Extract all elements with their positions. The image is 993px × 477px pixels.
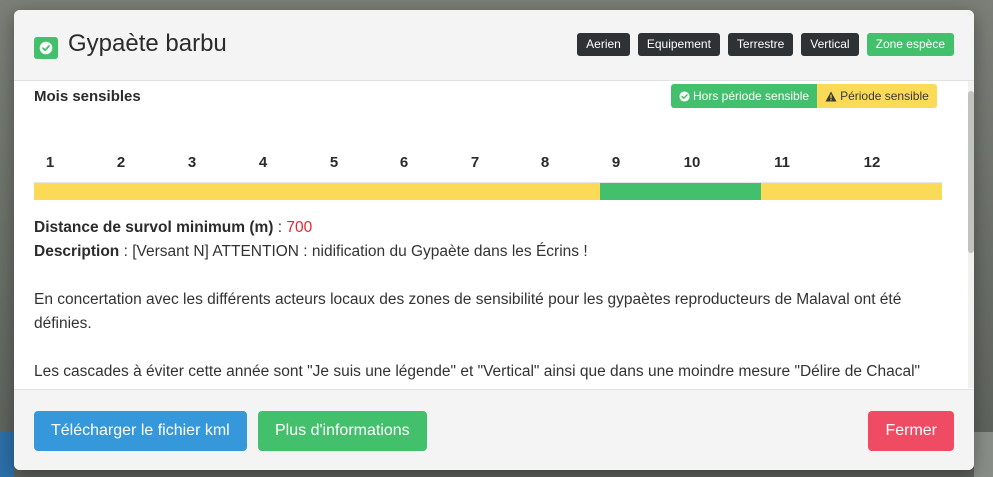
distance-value: 700 bbox=[286, 219, 313, 236]
description-text: [Versant N] ATTENTION : nidification du … bbox=[132, 243, 588, 260]
background-map-control bbox=[0, 432, 14, 477]
distance-line: Distance de survol minimum (m) : 700 bbox=[34, 216, 949, 240]
distance-separator: : bbox=[273, 219, 287, 236]
tag-list: Aerien Equipement Terrestre Vertical Zon… bbox=[577, 33, 954, 56]
sensitivity-bar-sensible-late bbox=[761, 183, 942, 200]
description-line: Description : [Versant N] ATTENTION : ni… bbox=[34, 240, 949, 264]
species-modal: Gypaète barbu Aerien Equipement Terrestr… bbox=[14, 10, 974, 470]
modal-body[interactable]: Mois sensibles Hors période sensible Pér… bbox=[14, 81, 974, 388]
modal-title: Gypaète barbu bbox=[68, 30, 227, 57]
month-label-12: 12 bbox=[863, 154, 881, 171]
tag-aerien: Aerien bbox=[577, 33, 630, 56]
description-paragraph-2: Les cascades à éviter cette année sont "… bbox=[34, 363, 921, 380]
legend-hors-label: Hors période sensible bbox=[693, 89, 810, 103]
month-label-1: 1 bbox=[45, 154, 55, 171]
modal-footer: Télécharger le fichier kml Plus d'inform… bbox=[14, 389, 974, 470]
check-badge-icon bbox=[34, 37, 58, 59]
background-map-attribution bbox=[974, 432, 993, 477]
month-label-6: 6 bbox=[399, 154, 409, 171]
body-scrollbar[interactable] bbox=[968, 81, 974, 388]
legend-sensible-label: Période sensible bbox=[840, 89, 929, 103]
sensitivity-bar-sensible-early bbox=[34, 183, 600, 200]
description-label: Description bbox=[34, 243, 120, 260]
distance-label: Distance de survol minimum (m) bbox=[34, 219, 274, 236]
tag-terrestre: Terrestre bbox=[727, 33, 794, 56]
month-label-2: 2 bbox=[116, 154, 126, 171]
month-label-9: 9 bbox=[611, 154, 621, 171]
download-kml-button[interactable]: Télécharger le fichier kml bbox=[34, 411, 247, 451]
month-label-7: 7 bbox=[470, 154, 480, 171]
months-legend: Hors période sensible Période sensible bbox=[671, 84, 937, 108]
legend-hors-periode: Hors période sensible bbox=[671, 84, 818, 108]
more-info-button[interactable]: Plus d'informations bbox=[258, 411, 427, 451]
check-circle-icon bbox=[679, 90, 690, 102]
tag-zone-espece: Zone espèce bbox=[866, 33, 954, 56]
description-paragraph-1: En concertation avec les différents acte… bbox=[34, 291, 902, 332]
modal-header: Gypaète barbu Aerien Equipement Terrestr… bbox=[14, 10, 974, 81]
month-label-3: 3 bbox=[187, 154, 197, 171]
tag-vertical: Vertical bbox=[801, 33, 859, 56]
warning-icon bbox=[825, 91, 837, 101]
months-section-title: Mois sensibles bbox=[34, 88, 141, 105]
month-label-11: 11 bbox=[774, 154, 790, 171]
month-label-10: 10 bbox=[683, 154, 701, 171]
scrollbar-thumb[interactable] bbox=[968, 91, 974, 253]
details-content: Distance de survol minimum (m) : 700 Des… bbox=[34, 216, 949, 384]
close-button[interactable]: Fermer bbox=[868, 411, 954, 451]
sensitivity-bar-hors-periode bbox=[600, 183, 761, 200]
tag-equipement: Equipement bbox=[637, 33, 720, 56]
month-label-5: 5 bbox=[329, 154, 339, 171]
month-label-8: 8 bbox=[540, 154, 550, 171]
month-label-4: 4 bbox=[258, 154, 268, 171]
description-separator: : bbox=[119, 243, 133, 260]
legend-periode-sensible: Période sensible bbox=[817, 84, 937, 108]
